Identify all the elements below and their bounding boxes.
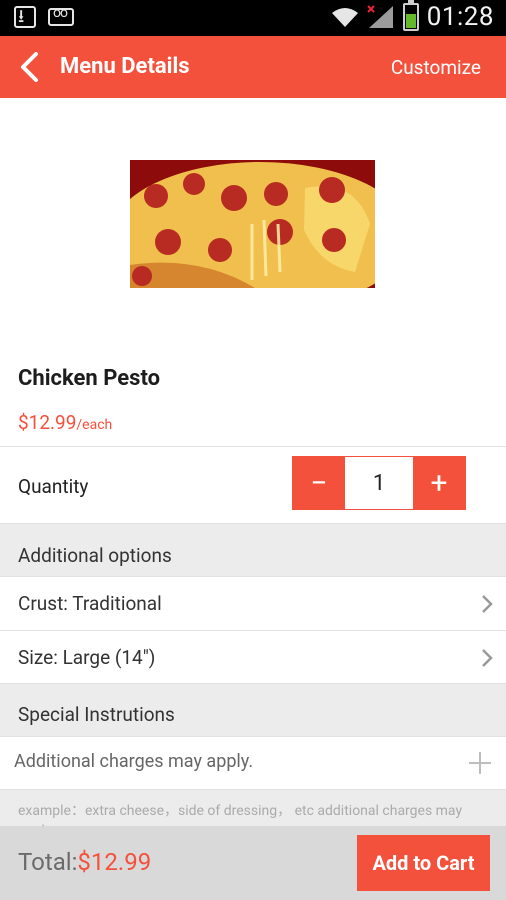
status-bar: 01:28: [0, 0, 506, 36]
special-instructions-row[interactable]: Additional charges may apply.: [0, 736, 506, 790]
clock: 01:28: [426, 2, 494, 32]
page-title: Menu Details: [60, 54, 190, 79]
increment-button[interactable]: +: [413, 457, 465, 509]
chevron-right-icon: [482, 595, 493, 613]
total-row: Total:$12.99: [18, 848, 151, 876]
additional-options-header: Additional options: [18, 544, 172, 567]
price-row: $12.99/each: [18, 411, 112, 434]
option-row-crust[interactable]: Crust: Traditional: [0, 576, 506, 630]
product-card: Chicken Pesto $12.99/each: [0, 98, 506, 446]
download-icon: [14, 4, 36, 34]
customize-button[interactable]: Customize: [391, 56, 481, 79]
product-price: $12.99: [18, 411, 77, 434]
voicemail-icon: [48, 5, 74, 26]
price-unit: /each: [76, 417, 113, 433]
special-instructions-header: Special Instrutions: [18, 703, 175, 726]
menu-details-content: Chicken Pesto $12.99/each Quantity − 1 +…: [0, 98, 506, 826]
quantity-value[interactable]: 1: [345, 457, 413, 509]
checkout-bar: Total:$12.99 Add to Cart: [0, 826, 506, 900]
total-value: $12.99: [77, 848, 152, 876]
pizza-image: [130, 160, 375, 288]
quantity-stepper: − 1 +: [292, 456, 466, 510]
signal-icon: [367, 5, 393, 28]
total-label: Total:: [18, 848, 78, 876]
option-label: Crust: Traditional: [18, 592, 162, 615]
quantity-row: Quantity − 1 +: [0, 446, 506, 524]
option-label: Size: Large (14"): [18, 646, 156, 669]
instructions-example: example：extra cheese，side of dressing， e…: [18, 803, 463, 826]
chevron-right-icon: [482, 649, 493, 667]
quantity-label: Quantity: [18, 475, 89, 498]
back-arrow-icon[interactable]: [16, 51, 44, 83]
app-bar: Menu Details Customize: [0, 36, 506, 98]
wifi-icon: [331, 8, 358, 27]
product-name: Chicken Pesto: [18, 366, 161, 391]
decrement-button[interactable]: −: [293, 457, 345, 509]
battery-icon: [402, 0, 419, 31]
plus-icon[interactable]: [468, 751, 492, 775]
add-to-cart-button[interactable]: Add to Cart: [357, 835, 490, 891]
option-row-size[interactable]: Size: Large (14"): [0, 630, 506, 684]
special-instructions-input[interactable]: Additional charges may apply.: [14, 751, 253, 772]
